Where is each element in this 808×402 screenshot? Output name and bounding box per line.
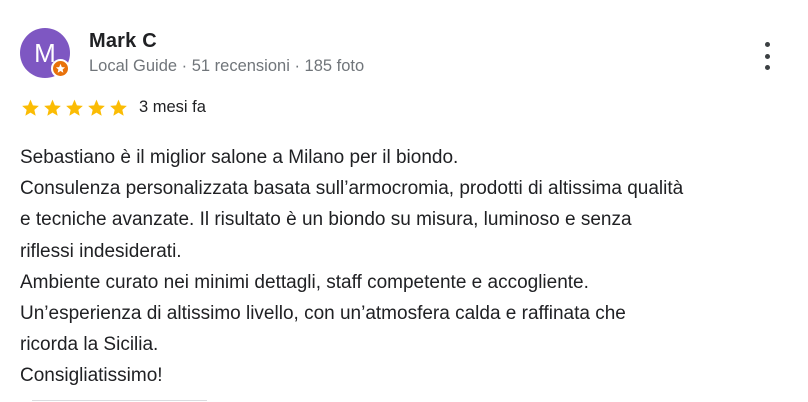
reviewer-name[interactable]: Mark C [89, 30, 157, 53]
local-guide-star-icon [51, 59, 70, 78]
review-line: ricorda la Sicilia. [20, 334, 159, 356]
review-line: Un’esperienza di altissimo livello, con … [20, 303, 626, 325]
review-line: Consulenza personalizzata basata sull’ar… [20, 178, 684, 200]
reviewer-meta: Local Guide · 51 recensioni · 185 foto [89, 57, 365, 75]
review-time: 3 mesi fa [139, 98, 206, 116]
review-card: M Mark C Local Guide · 51 recensioni · 1… [0, 0, 808, 402]
star-icon [88, 99, 105, 116]
review-line: e tecniche avanzate. Il risultato è un b… [20, 209, 632, 231]
review-line: Ambiente curato nei minimi dettagli, sta… [20, 271, 589, 293]
review-text: Sebastiano è il miglior salone a Milano … [20, 142, 790, 392]
star-rating [20, 98, 129, 118]
star-icon [22, 99, 39, 116]
star-icon [66, 99, 83, 116]
divider [32, 400, 207, 401]
review-line: Sebastiano è il miglior salone a Milano … [20, 147, 459, 168]
review-line: riflessi indesiderati. [20, 240, 182, 262]
review-line: Consigliatissimo! [20, 365, 163, 387]
more-vert-icon[interactable] [756, 38, 778, 74]
star-icon [110, 99, 127, 116]
menu-dot [764, 65, 770, 70]
menu-dot [764, 42, 770, 47]
menu-dot [764, 53, 770, 59]
star-icon [44, 99, 61, 116]
